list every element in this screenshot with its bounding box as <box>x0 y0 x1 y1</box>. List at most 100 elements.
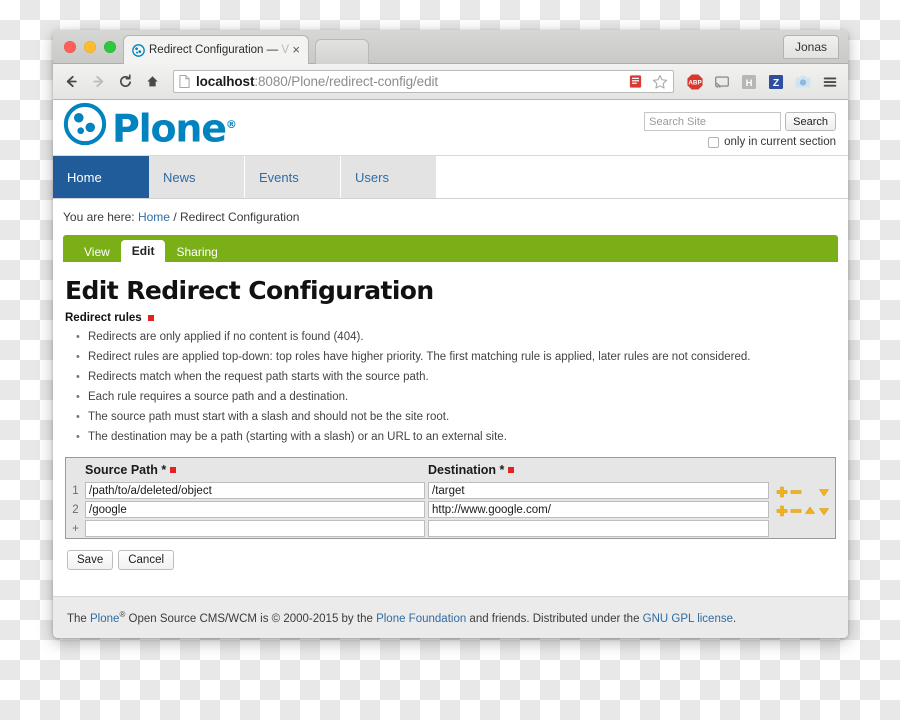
browser-toolbar: localhost:8080/Plone/redirect-config/edi… <box>53 64 848 100</box>
browser-tab[interactable]: Redirect Configuration — V × <box>123 35 309 64</box>
table-row: 2 /google http://www.google.com/ <box>66 500 835 519</box>
cancel-button[interactable]: Cancel <box>118 550 175 570</box>
breadcrumb-prefix: You are here: <box>63 210 135 224</box>
home-icon[interactable] <box>143 72 162 91</box>
browser-window: Redirect Configuration — V × Jonas local… <box>53 30 848 638</box>
move-down-icon[interactable] <box>818 485 830 497</box>
reload-icon[interactable] <box>116 72 135 91</box>
new-source-path-input[interactable] <box>85 520 425 537</box>
list-item: Redirects are only applied if no content… <box>76 327 836 347</box>
tab-sharing[interactable]: Sharing <box>165 241 228 262</box>
list-item: The destination may be a path (starting … <box>76 427 836 447</box>
svg-text:ABP: ABP <box>688 79 701 86</box>
nav-item-events[interactable]: Events <box>245 156 341 198</box>
new-tab-button[interactable] <box>315 39 369 64</box>
breadcrumb-current: Redirect Configuration <box>180 210 300 224</box>
add-row-marker[interactable]: + <box>66 523 85 535</box>
move-up-placeholder <box>804 485 816 497</box>
header-source-path: Source Path * <box>85 463 428 477</box>
required-marker-icon <box>147 315 154 321</box>
remove-row-icon[interactable] <box>790 504 802 516</box>
save-button[interactable]: Save <box>67 550 114 570</box>
row-number: 1 <box>72 484 79 497</box>
row-actions <box>772 485 830 497</box>
table-header-row: Source Path * Destination * <box>66 458 835 481</box>
remove-row-icon[interactable] <box>790 485 802 497</box>
footer-text-2: Open Source CMS/WCM is © 2000-2015 by th… <box>125 613 377 625</box>
forward-arrow-icon[interactable] <box>89 72 108 91</box>
close-tab-button[interactable]: × <box>290 43 302 56</box>
plone-favicon-icon <box>132 43 145 57</box>
source-path-input[interactable]: /path/to/a/deleted/object <box>85 482 425 499</box>
profile-button[interactable]: Jonas <box>782 35 839 59</box>
zotero-icon[interactable]: Z <box>766 72 785 91</box>
plone-logo-icon <box>63 102 107 151</box>
breadcrumb: You are here: Home / Redirect Configurat… <box>53 199 848 235</box>
nav-item-home[interactable]: Home <box>53 156 149 198</box>
footer-link-plone[interactable]: Plone <box>90 613 119 625</box>
form-buttons: Save Cancel <box>67 550 836 570</box>
list-item: Each rule requires a source path and a d… <box>76 387 836 407</box>
source-path-input[interactable]: /google <box>85 501 425 518</box>
list-item: Redirects match when the request path st… <box>76 367 836 387</box>
breadcrumb-link-home[interactable]: Home <box>138 210 170 224</box>
tab-edit[interactable]: Edit <box>120 240 166 262</box>
maximize-window-button[interactable] <box>104 41 116 53</box>
adblock-plus-icon[interactable]: ABP <box>685 72 704 91</box>
only-in-current-section-checkbox[interactable] <box>708 136 720 148</box>
reader-mode-icon[interactable] <box>626 72 645 91</box>
tab-view[interactable]: View <box>73 241 121 262</box>
browser-tab-title: Redirect Configuration — V <box>149 44 289 56</box>
url-host: localhost <box>196 74 255 89</box>
page-content: Edit Redirect Configuration Redirect rul… <box>53 262 848 570</box>
page-title: Edit Redirect Configuration <box>65 276 434 305</box>
page-document-icon <box>179 75 190 88</box>
header-actions <box>772 463 835 477</box>
screenshot-icon[interactable] <box>793 72 812 91</box>
browser-tab-strip: Redirect Configuration — V × Jonas <box>53 30 848 64</box>
footer-link-gnu-gpl[interactable]: GNU GPL license <box>643 613 733 625</box>
window-controls <box>64 41 116 53</box>
add-row-icon[interactable] <box>776 485 788 497</box>
search-row: Search <box>644 112 836 131</box>
registered-mark: ® <box>225 117 237 131</box>
rules-help-list: Redirects are only applied if no content… <box>65 327 836 447</box>
header-destination: Destination * <box>428 463 772 477</box>
address-bar-url: localhost:8080/Plone/redirect-config/edi… <box>196 74 626 89</box>
nav-filler <box>437 156 848 198</box>
page-viewport: Plone® Search only in current section Ho… <box>53 100 848 638</box>
chrome-menu-icon[interactable] <box>820 72 839 91</box>
footer-text-1: The <box>67 613 91 625</box>
new-destination-input[interactable] <box>428 520 769 537</box>
site-header: Plone® Search only in current section <box>53 100 848 156</box>
redirect-rules-table: Source Path * Destination * 1 /path/to/a… <box>65 457 836 539</box>
nav-item-users[interactable]: Users <box>341 156 437 198</box>
destination-input[interactable]: http://www.google.com/ <box>428 501 769 518</box>
required-marker-icon <box>170 467 177 473</box>
star-icon[interactable] <box>650 72 669 91</box>
omnibox-actions <box>626 72 669 91</box>
row-number: 2 <box>72 503 79 516</box>
footer-link-plone-foundation[interactable]: Plone Foundation <box>376 613 466 625</box>
table-row: 1 /path/to/a/deleted/object /target <box>66 481 835 500</box>
close-window-button[interactable] <box>64 41 76 53</box>
redirect-rules-label: Redirect rules <box>65 312 836 324</box>
site-footer: The Plone® Open Source CMS/WCM is © 2000… <box>53 596 848 638</box>
add-row-icon[interactable] <box>776 504 788 516</box>
move-down-icon[interactable] <box>818 504 830 516</box>
back-arrow-icon[interactable] <box>62 72 81 91</box>
move-up-icon[interactable] <box>804 504 816 516</box>
search-input[interactable] <box>644 112 782 131</box>
hypothesis-icon[interactable]: H <box>739 72 758 91</box>
svg-text:H: H <box>745 77 752 88</box>
footer-text-4: . <box>733 613 737 625</box>
destination-input[interactable]: /target <box>428 482 769 499</box>
search-button[interactable]: Search <box>785 112 836 131</box>
site-logo[interactable]: Plone® <box>63 102 237 151</box>
required-marker-icon <box>508 467 515 473</box>
address-bar[interactable]: localhost:8080/Plone/redirect-config/edi… <box>173 70 674 93</box>
content-tabs: View Edit Sharing <box>63 235 838 262</box>
cast-icon[interactable] <box>712 72 731 91</box>
minimize-window-button[interactable] <box>84 41 96 53</box>
nav-item-news[interactable]: News <box>149 156 245 198</box>
